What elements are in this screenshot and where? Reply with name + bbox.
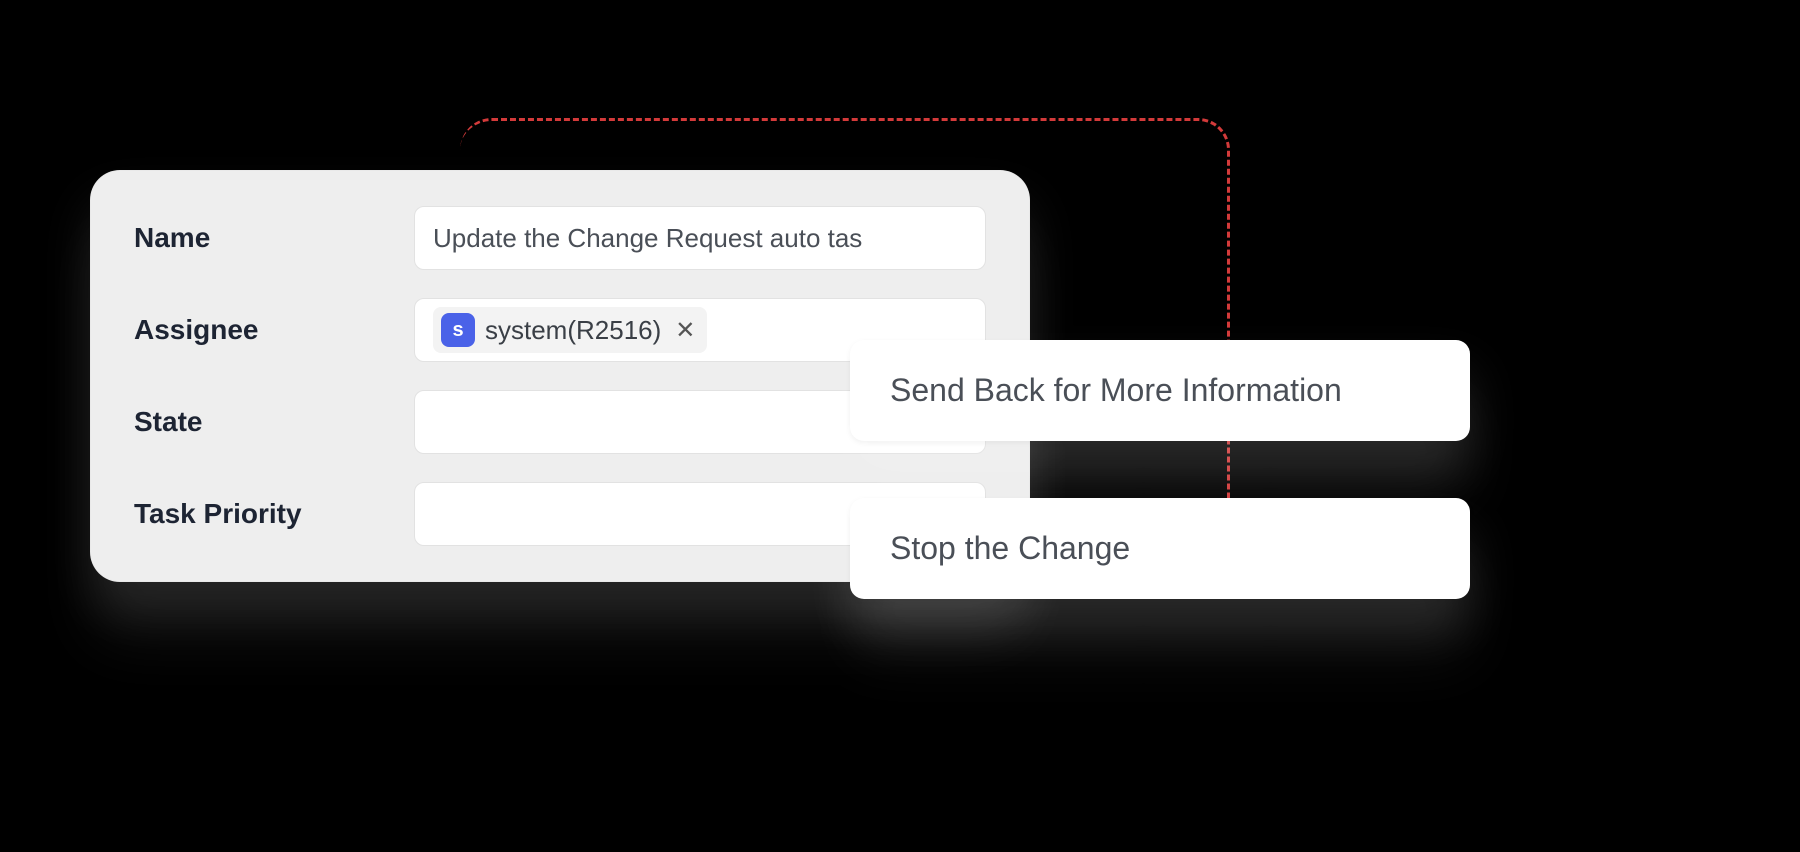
action-send-back-label: Send Back for More Information [890, 372, 1342, 408]
row-name: Name Update the Change Request auto tas [134, 206, 986, 270]
action-send-back[interactable]: Send Back for More Information [850, 340, 1470, 441]
stage: Name Update the Change Request auto tas … [0, 0, 1800, 852]
label-task-priority: Task Priority [134, 498, 384, 530]
action-stop-change-label: Stop the Change [890, 530, 1130, 566]
label-name: Name [134, 222, 384, 254]
close-icon[interactable]: ✕ [675, 316, 695, 345]
assignee-chip-text: system(R2516) [485, 315, 661, 346]
label-assignee: Assignee [134, 314, 384, 346]
label-state: State [134, 406, 384, 438]
assignee-chip[interactable]: s system(R2516) ✕ [433, 307, 707, 353]
action-stop-change[interactable]: Stop the Change [850, 498, 1470, 599]
input-name[interactable]: Update the Change Request auto tas [414, 206, 986, 270]
assignee-avatar: s [441, 313, 475, 347]
input-name-value: Update the Change Request auto tas [433, 223, 862, 254]
